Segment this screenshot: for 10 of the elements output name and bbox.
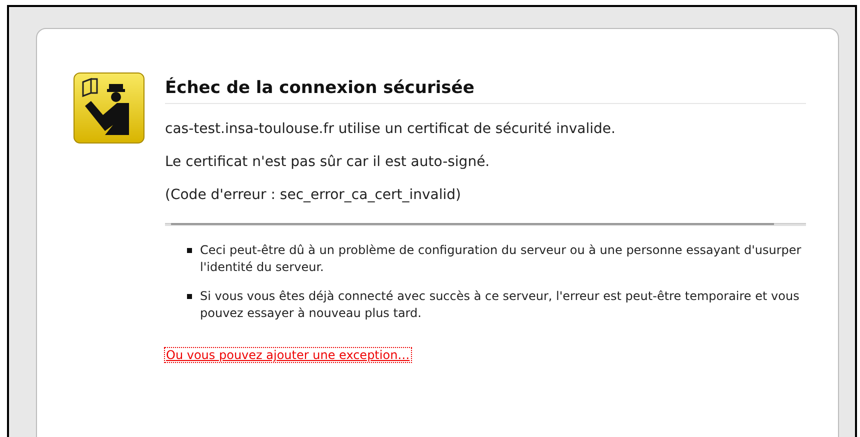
page-title: Échec de la connexion sécurisée xyxy=(165,72,806,104)
error-message: (Code d'erreur : sec_error_ca_cert_invalid) xyxy=(165,187,462,203)
advice-text: Si vous vous êtes déjà connecté avec succès à ce serveur, l'erreur est peut-être temporaire et vous pouvez essayer à nouveau plus tard. xyxy=(200,288,800,322)
error-message: Le certificat n'est pas sûr car il est auto-signé. xyxy=(165,154,491,170)
add-exception-link[interactable]: Ou vous pouvez ajouter une exception… xyxy=(165,348,411,362)
bullet-icon xyxy=(187,248,192,253)
officer-icon xyxy=(73,72,145,144)
bullet-icon xyxy=(187,294,192,299)
advice-text: Ceci peut-être dû à un problème de configuration du serveur ou à une personne essayant d'usurper l'identité du serveur. xyxy=(200,242,802,276)
error-message: cas-test.insa-toulouse.fr utilise un certificat de sécurité invalide. xyxy=(165,121,616,137)
